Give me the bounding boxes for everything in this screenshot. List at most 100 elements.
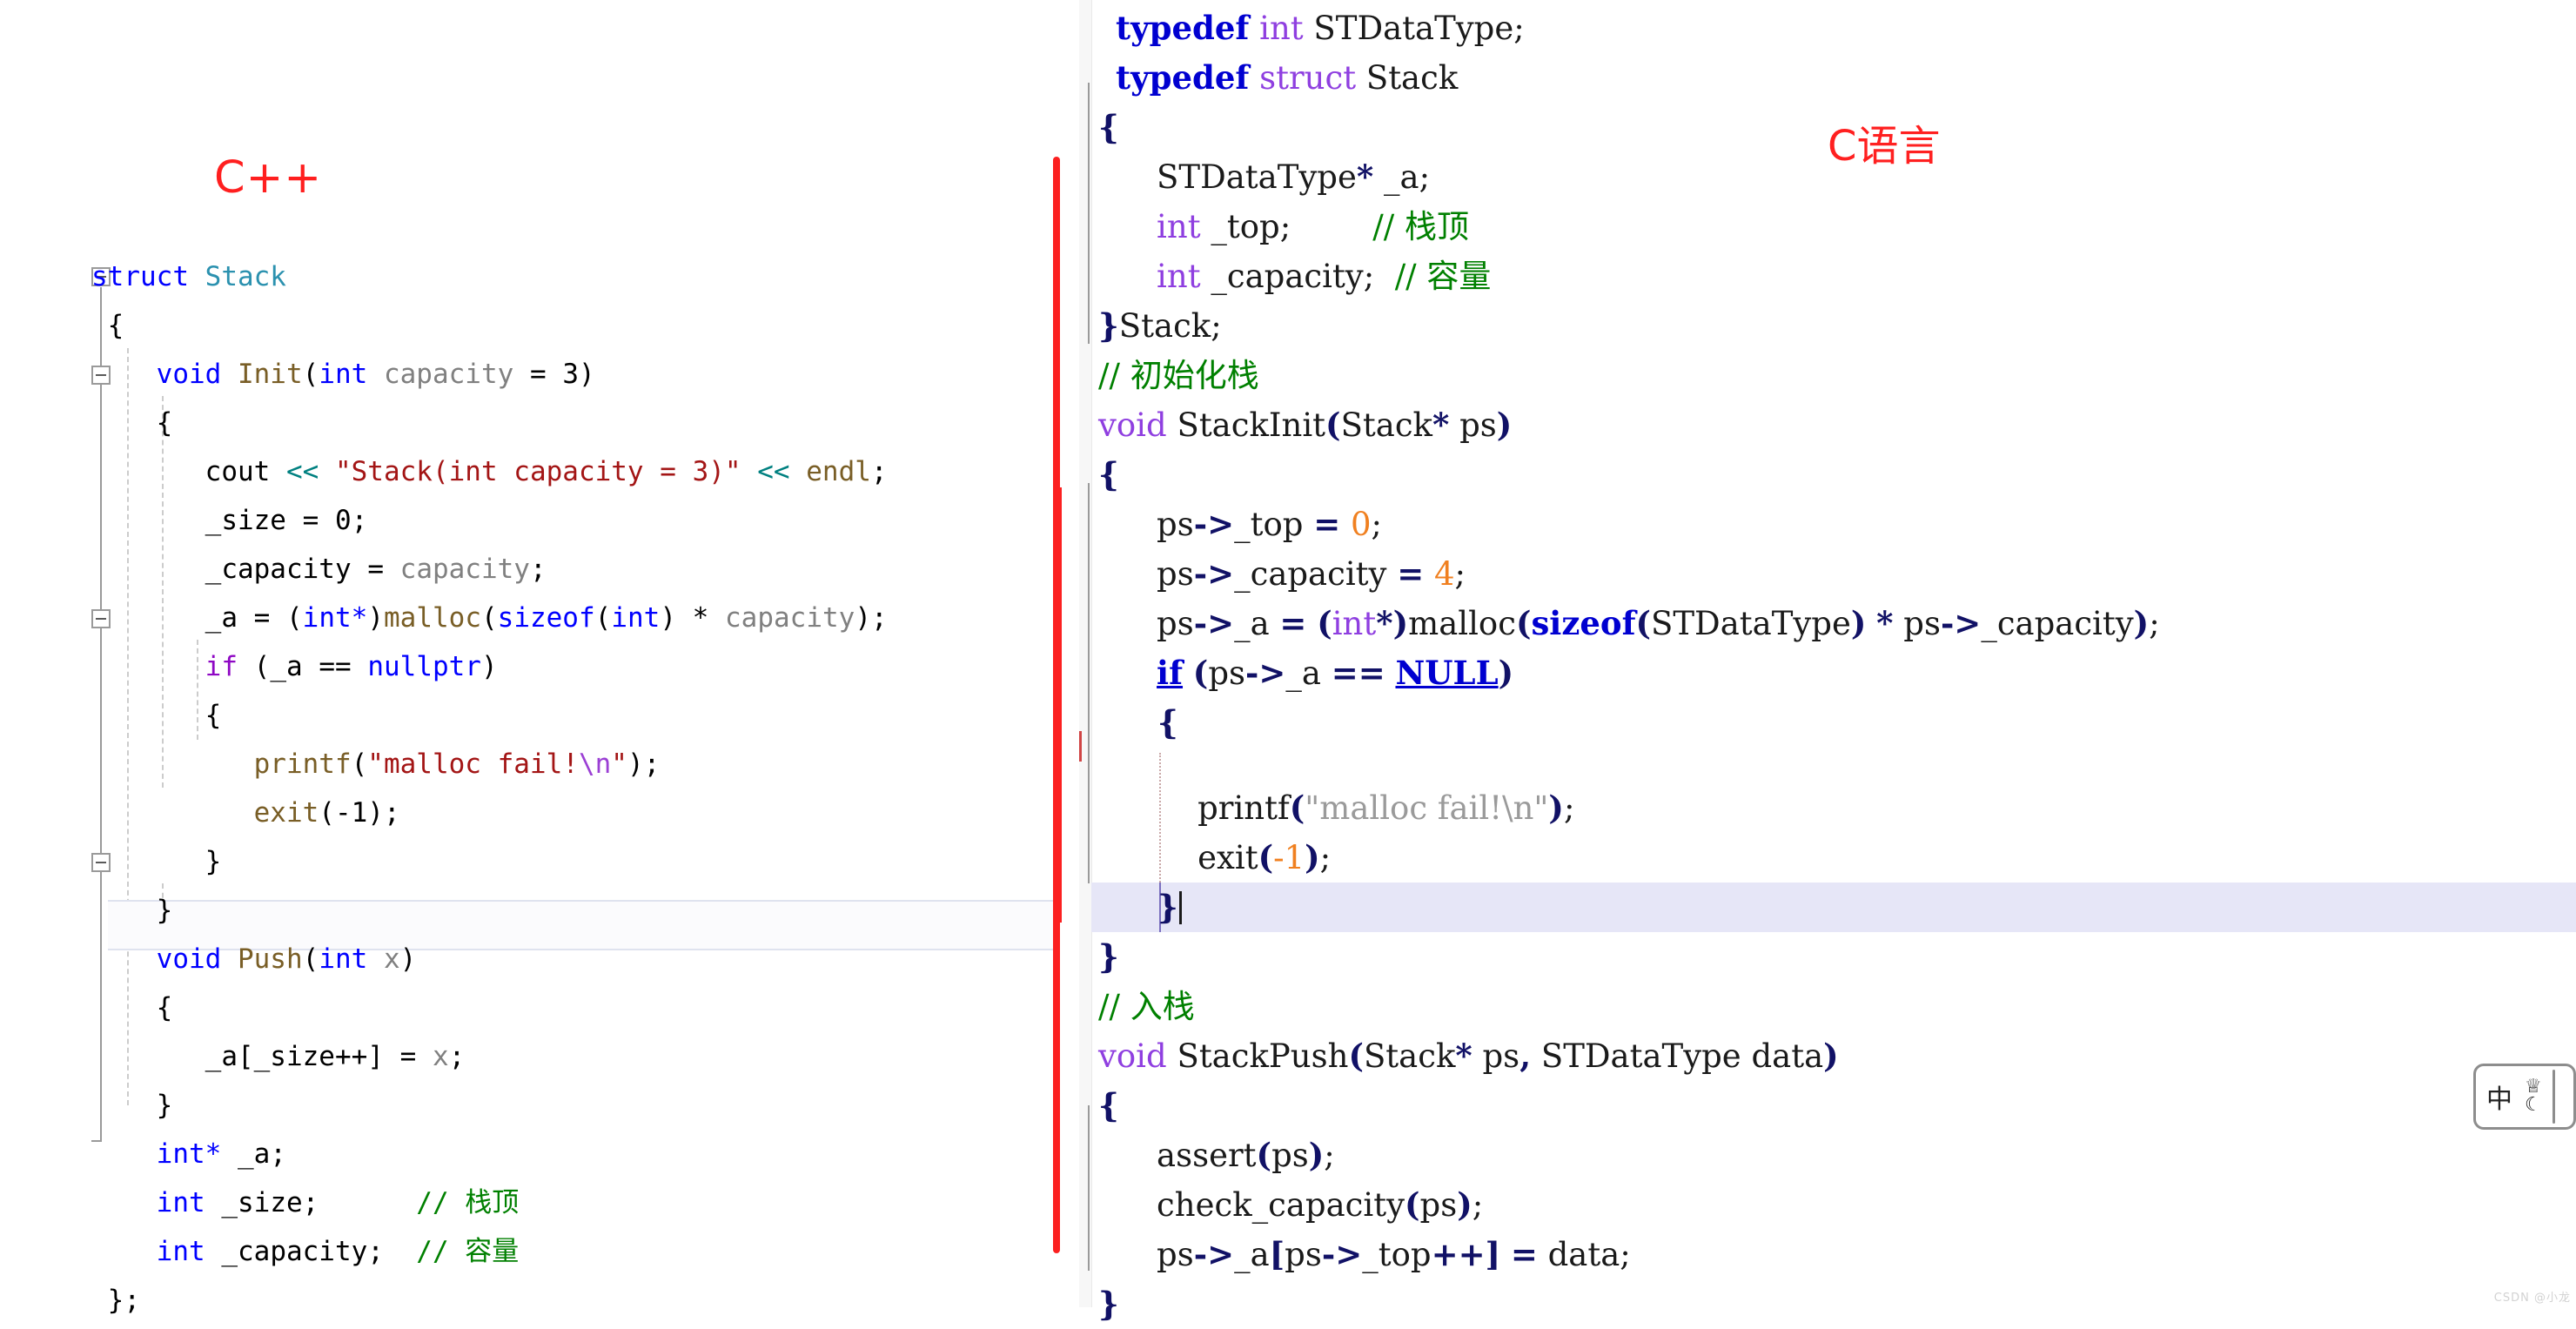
code-line[interactable]: } [1079,932,1119,982]
code-line[interactable]: check_capacity(ps); [1079,1180,1483,1230]
code-line[interactable]: printf("malloc fail!\n"); [0,740,1057,789]
token-type: void [1098,1037,1167,1075]
code-line[interactable]: void Push(int x) [0,935,1057,983]
code-line[interactable]: printf("malloc fail!\n"); [1079,783,1574,833]
token-punct: ) [1308,1136,1325,1174]
watermark: CSDN @小龙 [2493,1292,2571,1305]
token-identifier: ps [1285,1236,1322,1273]
token-identifier: _top; [1211,208,1291,245]
code-line[interactable]: exit(-1); [0,789,1057,837]
code-line[interactable]: void StackInit(Stack* ps) [1079,400,1512,450]
code-line[interactable]: } [0,886,1057,935]
token-punct: = [253,602,271,634]
code-line[interactable]: { [0,983,1057,1032]
token-operator: = [1510,1235,1538,1273]
ime-mode-chinese-icon[interactable]: 中 [2486,1077,2512,1116]
token-punct: ; [529,554,547,585]
token-operator: << [285,456,319,487]
code-line[interactable]: _a = (int*)malloc(sizeof(int) * capacity… [0,594,1057,642]
token-identifier: endl [806,456,871,487]
token-operator: * [692,602,709,634]
code-line[interactable]: if (ps->_a == NULL) [1079,648,1513,698]
code-line[interactable]: }; [0,1276,1057,1325]
code-line[interactable]: } [1079,1279,1119,1329]
code-line[interactable]: typedef struct Stack [1079,53,1458,103]
code-line[interactable]: struct Stack [0,252,1057,301]
code-line[interactable]: int _capacity; // 容量 [1079,252,1491,301]
token-punct: ) [2133,604,2150,642]
code-line[interactable]: // 初始化栈 [1079,351,1259,400]
ime-icon-stack[interactable]: ♕ ☾ [2525,1077,2542,1115]
token-function: malloc [1408,605,1516,642]
token-identifier: _a[_size++] [205,1041,384,1072]
token-punct: ); [367,797,400,829]
code-line[interactable]: int _size; // 栈顶 [0,1178,1057,1227]
token-punct: ) [480,651,498,682]
code-line[interactable]: { [0,691,1057,740]
code-line[interactable]: int _top; // 栈顶 [1079,202,1469,252]
code-line[interactable]: } [0,837,1057,886]
token-variable: x [432,1041,449,1072]
token-identifier: _a; [1384,158,1431,196]
token-function: exit [253,797,319,829]
code-line[interactable]: { [0,399,1057,447]
token-operator: -> [1321,1235,1363,1273]
code-line[interactable]: ps->_a = (int*)malloc(sizeof(STDataType)… [1079,599,2160,648]
token-punct: ( [1192,654,1209,692]
token-identifier: _size [205,505,286,536]
code-line[interactable]: int* _a; [0,1130,1057,1178]
token-identifier: _a [1234,605,1270,642]
code-line[interactable]: // 入栈 [1079,982,1195,1031]
code-line[interactable]: exit(-1); [1079,833,1331,883]
token-identifier: ps [1157,555,1194,593]
token-identifier: _a [205,602,238,634]
token-punct: ) [1496,406,1513,444]
code-line[interactable]: ps->_capacity = 4; [1079,549,1466,599]
token-keyword: int [611,602,661,634]
code-line[interactable]: cout << "Stack(int capacity = 3)" << end… [0,447,1057,496]
code-line[interactable]: typedef int STDataType; [1079,3,1525,53]
token-keyword: typedef [1116,58,1250,97]
token-identifier: Stack [1365,59,1459,97]
token-keyword: int [156,1187,205,1218]
code-line[interactable]: ps->_a[ps->_top++] = data; [1079,1230,1631,1279]
code-line[interactable]: STDataType* _a; [1079,152,1430,202]
c-code-pane[interactable]: typedef int STDataType; typedef struct S… [1079,0,2576,1323]
code-line[interactable]: { [1079,103,1119,152]
token-operator: -> [1193,554,1235,593]
token-comment: // 入栈 [1098,988,1195,1025]
code-line[interactable]: { [0,301,1057,350]
c-language-label: C语言 [1828,122,1941,171]
code-line[interactable]: { [1079,450,1119,500]
code-line[interactable]: } [0,1081,1057,1130]
token-punct: ) [1457,1185,1472,1224]
code-line[interactable]: int _capacity; // 容量 [0,1227,1057,1276]
token-identifier: _a [1234,1236,1270,1273]
token-keyword: int [319,359,368,390]
token-punct: ; [1620,1236,1631,1273]
code-line[interactable]: void StackPush(Stack* ps, STDataType dat… [1079,1031,1839,1081]
token-comment: // 容量 [1394,258,1492,295]
token-string: "malloc fail!\n" [1305,789,1549,827]
token-brace: }; [107,1285,140,1316]
token-keyword: int* [302,602,368,634]
code-line[interactable]: _size = 0; [0,496,1057,545]
token-number: 4 [1434,555,1455,593]
moon-icon[interactable]: ☾ [2525,1096,2542,1115]
code-line[interactable]: _a[_size++] = x; [0,1032,1057,1081]
code-line[interactable]: void Init(int capacity = 3) [0,350,1057,399]
code-line[interactable]: if (_a == nullptr) [0,642,1057,691]
ime-floating-toolbar[interactable]: 中 ♕ ☾ [2473,1064,2576,1130]
code-line[interactable]: } [1079,883,1182,932]
code-line[interactable]: }Stack; [1079,301,1222,351]
token-identifier: ps [1157,506,1194,543]
code-line[interactable]: ps->_top = 0; [1079,500,1382,549]
token-identifier: _capacity; [1211,258,1375,295]
token-type: int [1157,208,1201,245]
token-punct: ( [302,943,319,975]
code-line[interactable]: assert(ps); [1079,1131,1335,1180]
code-line[interactable]: { [1079,1081,1119,1131]
code-line[interactable]: { [1079,698,1178,748]
cpp-code-pane[interactable]: C++ struct Stack { void Init(int capacit… [0,0,1057,1316]
code-line[interactable]: _capacity = capacity; [0,545,1057,594]
